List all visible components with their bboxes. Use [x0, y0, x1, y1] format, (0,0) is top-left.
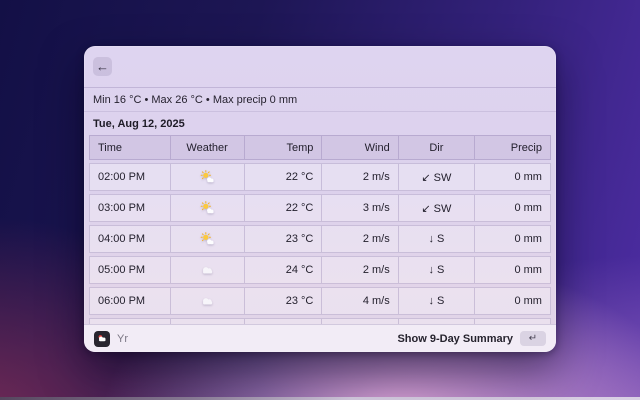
table-row: 06:00 PM 23 °C4 m/s↓ S0 mm [89, 287, 551, 315]
dir-cell: ↓ S [398, 226, 474, 252]
column-header-wind: Wind [321, 136, 397, 159]
wind-cell: 4 m/s [321, 288, 397, 314]
time-cell: 05:00 PM [90, 257, 170, 283]
weather-cell [170, 164, 244, 190]
window-topbar: ← [84, 46, 556, 88]
precip-cell: 0 mm [474, 195, 550, 221]
sun-behind-cloud-icon [200, 232, 215, 246]
table-row: 03:00 PM 22 °C3 m/s↙ SW0 mm [89, 194, 551, 222]
cloud-icon [200, 265, 215, 276]
forecast-table: TimeWeatherTempWindDirPrecip 02:00 PM 22… [84, 134, 556, 324]
weather-cell [170, 257, 244, 283]
table-header-row: TimeWeatherTempWindDirPrecip [89, 135, 551, 160]
time-cell: 03:00 PM [90, 195, 170, 221]
dir-cell: ↓ S [398, 257, 474, 283]
day-summary-bar: Min 16 °C • Max 26 °C • Max precip 0 mm [84, 88, 556, 112]
show-9-day-summary-action[interactable]: Show 9-Day Summary ↵ [397, 331, 546, 346]
column-header-temp: Temp [244, 136, 322, 159]
time-cell: 06:00 PM [90, 288, 170, 314]
column-header-weather: Weather [170, 136, 244, 159]
back-arrow-icon: ← [96, 60, 109, 73]
source-name: Yr [117, 333, 128, 345]
dir-cell: ↙ SW [398, 164, 474, 190]
temp-cell: 22 °C [244, 164, 322, 190]
table-row: 02:00 PM 22 °C2 m/s↙ SW0 mm [89, 163, 551, 191]
action-label: Show 9-Day Summary [397, 333, 513, 345]
date-heading: Tue, Aug 12, 2025 [84, 112, 556, 134]
precip-cell: 0 mm [474, 288, 550, 314]
precip-cell: 0 mm [474, 164, 550, 190]
dir-cell: ↙ SW [398, 195, 474, 221]
desktop-wallpaper: ← Min 16 °C • Max 26 °C • Max precip 0 m… [0, 0, 640, 400]
weather-cell [170, 195, 244, 221]
weather-detail-window: ← Min 16 °C • Max 26 °C • Max precip 0 m… [84, 46, 556, 352]
day-summary-text: Min 16 °C • Max 26 °C • Max precip 0 mm [93, 94, 297, 106]
column-header-precip: Precip [474, 136, 550, 159]
table-row: 05:00 PM 24 °C2 m/s↓ S0 mm [89, 256, 551, 284]
dir-cell: ↓ S [398, 288, 474, 314]
precip-cell: 0 mm [474, 226, 550, 252]
weather-cell [170, 288, 244, 314]
column-header-time: Time [90, 136, 170, 159]
wind-cell: 2 m/s [321, 226, 397, 252]
wind-cell: 2 m/s [321, 257, 397, 283]
time-cell: 04:00 PM [90, 226, 170, 252]
cloud-icon [200, 296, 215, 307]
temp-cell: 23 °C [244, 226, 322, 252]
sun-behind-cloud-icon [200, 201, 215, 215]
wind-cell: 3 m/s [321, 195, 397, 221]
table-row: 04:00 PM 23 °C2 m/s↓ S0 mm [89, 225, 551, 253]
time-cell: 02:00 PM [90, 164, 170, 190]
window-footer: Yr Show 9-Day Summary ↵ [84, 324, 556, 352]
temp-cell: 24 °C [244, 257, 322, 283]
weather-cell [170, 226, 244, 252]
wind-cell: 2 m/s [321, 164, 397, 190]
sun-behind-cloud-icon [200, 170, 215, 184]
yr-app-icon [94, 331, 110, 347]
precip-cell: 0 mm [474, 257, 550, 283]
date-heading-text: Tue, Aug 12, 2025 [93, 118, 185, 130]
return-key-icon: ↵ [520, 331, 546, 346]
forecast-table-body: 02:00 PM 22 °C2 m/s↙ SW0 mm03:00 PM [89, 163, 551, 324]
temp-cell: 23 °C [244, 288, 322, 314]
column-header-dir: Dir [398, 136, 474, 159]
back-button[interactable]: ← [93, 57, 112, 76]
temp-cell: 22 °C [244, 195, 322, 221]
